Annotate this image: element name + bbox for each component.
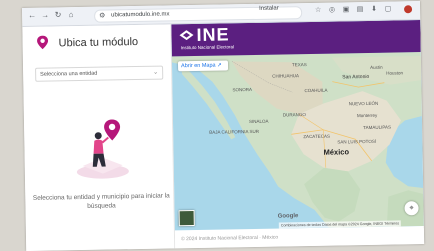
home-icon[interactable]: ⌂ (66, 10, 76, 20)
map-label-coahuila: COAHUILA (304, 87, 328, 94)
site-info-icon[interactable]: ⚙ (99, 12, 105, 21)
map-label-durango: DURANGO (282, 112, 306, 118)
map-view[interactable]: INE Instituto Nacional Electoral Abrir e… (171, 20, 424, 231)
map-search-illustration (76, 119, 129, 179)
entity-select-value: Selecciona una entidad (40, 70, 98, 78)
extension-icon[interactable]: ◎ (327, 6, 337, 16)
reload-icon[interactable]: ↻ (53, 10, 63, 20)
map-label-austin: Austin (370, 64, 383, 70)
search-panel: Ubica tu módulo Selecciona una entidad ⌄… (22, 24, 176, 251)
map-label-chihuahua: CHIHUAHUA (272, 73, 300, 79)
ine-logo-icon (179, 30, 194, 41)
external-link-icon: ↗ (217, 62, 222, 69)
map-label-texas: TEXAS (291, 62, 307, 68)
footer-text: © 2024 Instituto Nacional Electoral · Mé… (181, 234, 279, 243)
extensions-puzzle-icon[interactable]: ▣ (341, 5, 351, 15)
profile-avatar[interactable] (404, 5, 413, 14)
entity-select[interactable]: Selecciona una entidad ⌄ (35, 65, 164, 82)
google-logo: Google (277, 213, 299, 220)
open-in-maps-label: Abrir en Mapa ↗ (180, 62, 222, 70)
ine-logo-text: INE (196, 24, 230, 45)
map-label-zacatecas: ZACATECAS (303, 133, 330, 140)
map-label-san-antonio: San Antonio (342, 73, 370, 81)
sidebar-icon[interactable]: ▢ (383, 5, 393, 15)
map-label-san-luis-potosi: SAN LUIS POTOSÍ (337, 138, 377, 145)
map-label-monterrey: Monterrey (356, 112, 378, 119)
page-title: Ubica tu módulo (58, 35, 139, 50)
location-pin-icon (37, 35, 49, 50)
download-icon[interactable]: ⬇ (369, 5, 379, 15)
forward-icon[interactable]: → (40, 11, 50, 21)
map-label-mexico: México (323, 147, 350, 157)
empty-state-message: Selecciona tu entidad y municipio para i… (32, 192, 170, 210)
chevron-down-icon: ⌄ (153, 69, 159, 76)
ine-header-banner: INE Instituto Nacional Electoral (171, 20, 421, 57)
url-text: ubicatumodulo.ine.mx (111, 11, 170, 19)
map-label-sonora: SONORA (232, 86, 253, 93)
install-app-button[interactable]: Instalar (259, 5, 279, 14)
map-attribution[interactable]: Combinaciones de teclas Datos del mapa ©… (278, 220, 402, 229)
open-in-maps-button[interactable]: Abrir en Mapa ↗ (177, 60, 229, 72)
page-footer: © 2024 Instituto Nacional Electoral · Mé… (174, 228, 425, 249)
map-label-houston: Houston (386, 70, 403, 76)
tab-search-icon[interactable]: ▤ (355, 5, 365, 15)
map-type-toggle[interactable] (178, 210, 195, 227)
bookmark-star-icon[interactable]: ☆ (313, 6, 323, 16)
back-icon[interactable]: ← (27, 11, 37, 21)
ine-logo-subtitle: Instituto Nacional Electoral (180, 44, 235, 51)
map-label-sinaloa: SINALOA (248, 118, 269, 125)
map-label-baja-california-sur: BAJA CALIFORNIA SUR (209, 128, 259, 135)
map-label-tamaulipas: TAMAULIPAS (363, 124, 392, 131)
map-label-nuevo-leon: NUEVO LEÓN (348, 100, 379, 107)
browser-window: ← → ↻ ⌂ ⚙ ubicatumodulo.ine.mx Instalar … (22, 1, 425, 251)
